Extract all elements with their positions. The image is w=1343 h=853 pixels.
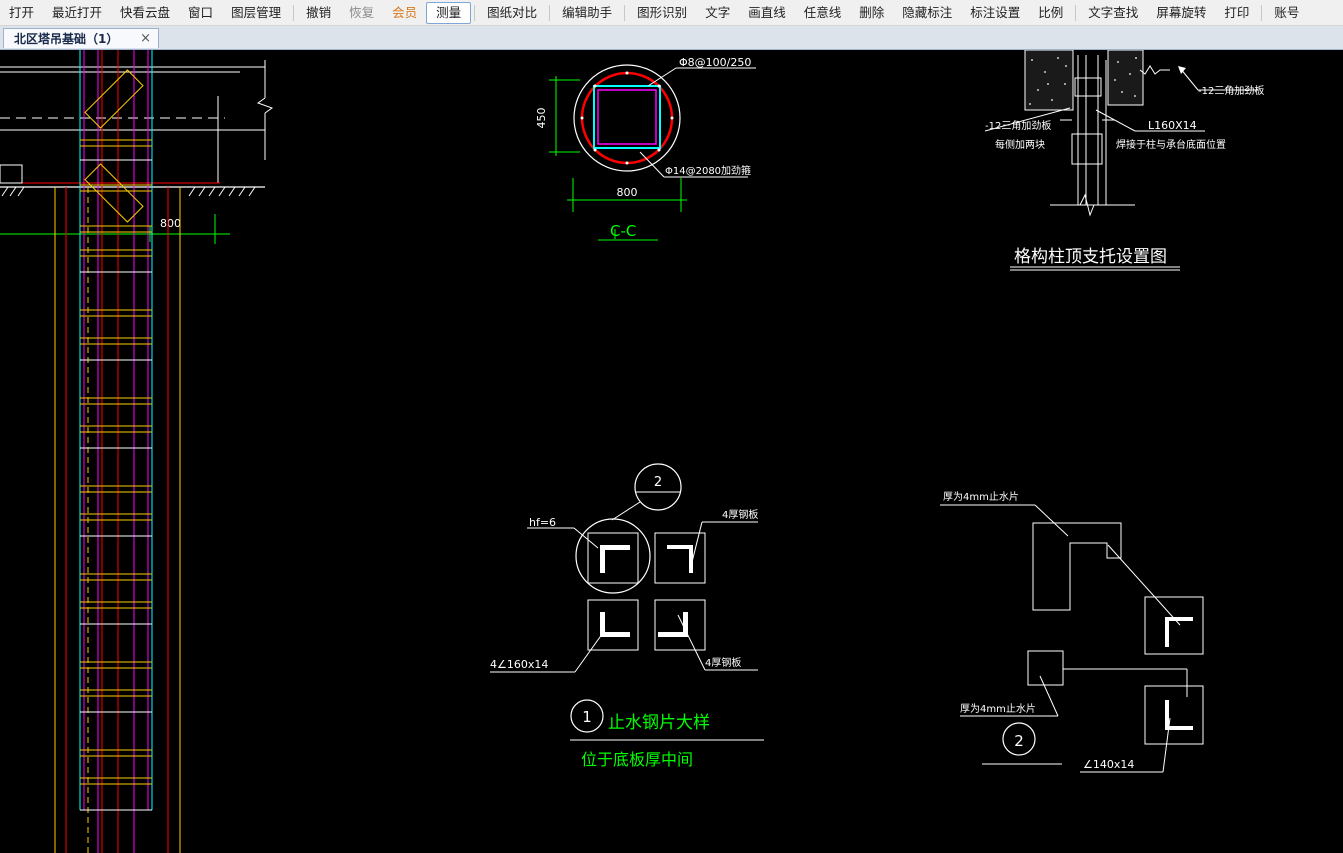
- menu-item-8[interactable]: 测量: [426, 1, 472, 24]
- tab-title: 北区塔吊基础（1）: [14, 32, 119, 46]
- menu-item-3[interactable]: 窗口: [179, 2, 222, 24]
- menu-bar: 打开 最近打开 快看云盘 窗口 图层管理 撤销 恢复 会员 测量 图纸对比 编辑助手 图形识别 文字 画直…: [0, 0, 1343, 26]
- menu-item-16[interactable]: 隐藏标注: [893, 2, 961, 24]
- menu-item-12[interactable]: 文字: [696, 2, 739, 24]
- menu-item-21[interactable]: 打印: [1215, 2, 1258, 24]
- menu-item-19[interactable]: 文字查找: [1079, 2, 1147, 24]
- waterstop-detail-1: 2 hf=6 4厚钢板 4厚钢板 4∠160x14 1 止水钢片大样 位于底板厚…: [490, 463, 764, 769]
- label-weld: 焊接于柱与承台底面位置: [1116, 138, 1226, 151]
- menu-separator: [474, 4, 476, 21]
- menu-item-11[interactable]: 图形识别: [628, 2, 696, 24]
- bracket-title: 格构柱顶支托设置图: [1014, 247, 1167, 267]
- detail-1-title: 止水钢片大样: [608, 713, 710, 733]
- bracket-detail: -12三角加劲板 -12三角加劲板 每侧加两块 L160X14 焊接于柱与承台底…: [984, 50, 1264, 271]
- bubble-2: 2: [1014, 732, 1024, 750]
- menu-item-13[interactable]: 画直线: [739, 2, 795, 24]
- label-each-side: 每侧加两块: [995, 138, 1045, 151]
- menu-item-18[interactable]: 比例: [1029, 2, 1072, 24]
- label-angle-l140: ∠140x14: [1083, 758, 1134, 771]
- menu-item-0[interactable]: 打开: [0, 2, 43, 24]
- app-window: 打开 最近打开 快看云盘 窗口 图层管理 撤销 恢复 会员 测量 图纸对比 编辑助手 图形识别 文字 画直…: [0, 0, 1343, 853]
- detail-1-subtitle: 位于底板厚中间: [581, 750, 693, 769]
- label-stiffener-right: -12三角加劲板: [1198, 84, 1264, 97]
- label-plate-bottom: 4厚钢板: [705, 656, 741, 669]
- menu-item-10[interactable]: 编辑助手: [553, 2, 621, 24]
- menu-item-15[interactable]: 删除: [850, 2, 893, 24]
- section-title: C-C: [610, 222, 636, 240]
- menu-item-7[interactable]: 会员: [383, 2, 426, 24]
- menu-separator: [1261, 4, 1263, 21]
- menu-separator: [624, 4, 626, 21]
- menu-separator: [549, 4, 551, 21]
- waterstop-detail-2: 2 厚为4mm止水片 厚为4mm止水片 ∠140x14: [940, 490, 1204, 773]
- weld-symbol: hf=6: [529, 516, 556, 529]
- menu-item-4[interactable]: 图层管理: [222, 2, 290, 24]
- label-waterstop-bottom: 厚为4mm止水片: [960, 702, 1036, 715]
- bubble-2-top: 2: [654, 475, 662, 490]
- menu-item-14[interactable]: 任意线: [795, 2, 851, 24]
- section-cc: Φ8@100/250 Φ14@2080加劲箍 450 800 C-C: [535, 56, 756, 241]
- menu-item-17[interactable]: 标注设置: [961, 2, 1029, 24]
- note-hoop: Φ14@2080加劲箍: [665, 164, 751, 177]
- menu-separator: [1075, 4, 1077, 21]
- bubble-1: 1: [582, 708, 592, 726]
- label-waterstop-top: 厚为4mm止水片: [943, 490, 1019, 503]
- note-stirrup: Φ8@100/250: [679, 56, 751, 69]
- menu-item-20[interactable]: 屏幕旋转: [1147, 2, 1215, 24]
- menu-item-2[interactable]: 快看云盘: [111, 2, 179, 24]
- label-plate-top: 4厚钢板: [722, 508, 758, 521]
- tab-close-icon[interactable]: ×: [140, 31, 151, 46]
- dim-450: 450: [535, 108, 548, 129]
- menu-item-9[interactable]: 图纸对比: [478, 2, 546, 24]
- elevation-dim-800: 800: [160, 217, 181, 230]
- label-stiffener-left: -12三角加劲板: [985, 119, 1051, 132]
- cad-drawing: 800 Φ8@100/250 Φ14@2080加劲箍 450 800 C-C -…: [0, 50, 1264, 853]
- document-tab-bar: 北区塔吊基础（1） ×: [0, 26, 1343, 50]
- menu-item-5[interactable]: 撤销: [297, 2, 340, 24]
- dim-800: 800: [617, 186, 638, 199]
- menu-separator: [293, 4, 295, 21]
- tab-drawing[interactable]: 北区塔吊基础（1） ×: [3, 28, 159, 48]
- label-angle: L160X14: [1148, 119, 1197, 132]
- menu-item-1[interactable]: 最近打开: [43, 2, 111, 24]
- label-angle-4l160: 4∠160x14: [490, 658, 548, 671]
- menu-item-6[interactable]: 恢复: [340, 2, 383, 24]
- column-elevation: 800: [0, 50, 274, 853]
- menu-item-22[interactable]: 账号: [1265, 2, 1308, 24]
- drawing-canvas[interactable]: 800 Φ8@100/250 Φ14@2080加劲箍 450 800 C-C -…: [0, 50, 1343, 853]
